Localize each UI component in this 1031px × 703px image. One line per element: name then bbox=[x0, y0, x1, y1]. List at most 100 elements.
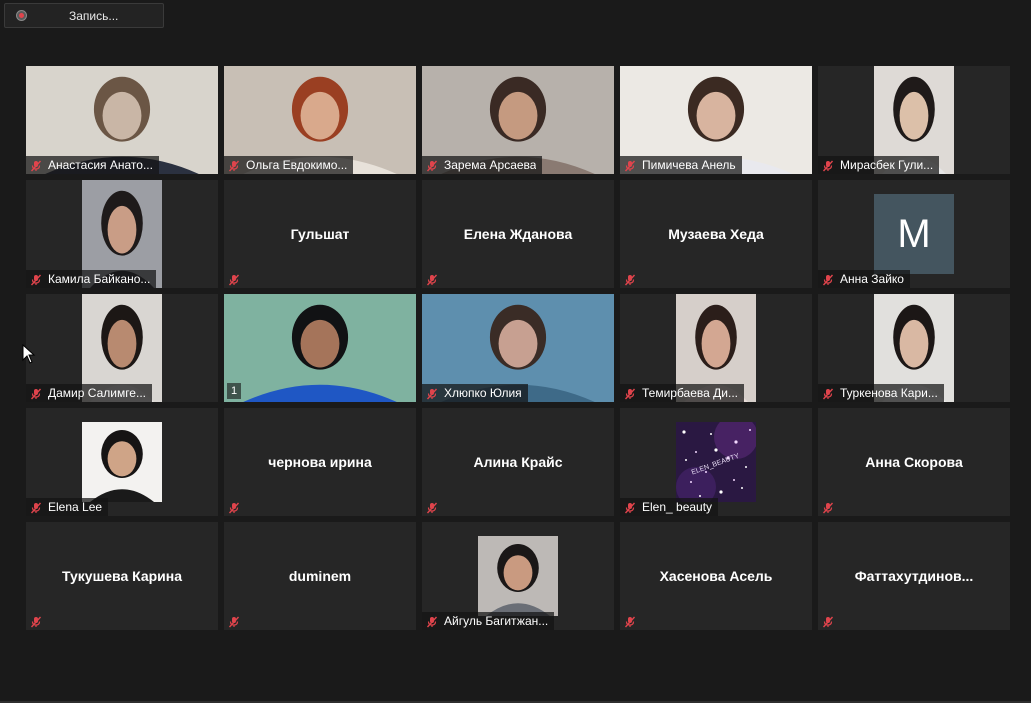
participant-name: Анастасия Анато... bbox=[48, 158, 153, 172]
participant-name: Туркенова Кари... bbox=[840, 386, 938, 400]
participant-display-name: Музаева Хеда bbox=[668, 226, 764, 242]
participant-nameplate bbox=[422, 498, 450, 516]
participant-tile[interactable]: Зарема Арсаева bbox=[422, 66, 614, 174]
mic-muted-icon bbox=[426, 273, 438, 286]
participant-nameplate: Elen_ beauty bbox=[620, 498, 719, 516]
participant-tile[interactable]: Анна Скорова bbox=[818, 408, 1010, 516]
participant-tile[interactable]: Хасенова Асель bbox=[620, 522, 812, 630]
participant-nameplate bbox=[224, 270, 252, 288]
participant-tile[interactable]: Elena Lee bbox=[26, 408, 218, 516]
participant-nameplate: Зарема Арсаева bbox=[422, 156, 543, 174]
participant-nameplate: Темирбаева Ди... bbox=[620, 384, 744, 402]
mic-muted-icon bbox=[30, 159, 42, 172]
participant-display-name: чернова ирина bbox=[268, 454, 372, 470]
record-icon bbox=[16, 10, 27, 21]
participant-nameplate: Ольга Евдокимо... bbox=[224, 156, 354, 174]
participant-tile[interactable]: Пимичева Анель bbox=[620, 66, 812, 174]
participant-nameplate bbox=[620, 612, 648, 630]
participant-tile[interactable]: Гульшат bbox=[224, 180, 416, 288]
mic-muted-icon bbox=[228, 273, 240, 286]
participant-tile[interactable]: Мирасбек Гули... bbox=[818, 66, 1010, 174]
participant-video bbox=[82, 422, 162, 502]
participant-tile[interactable]: Анастасия Анато... bbox=[26, 66, 218, 174]
participant-nameplate bbox=[422, 270, 450, 288]
participant-tile[interactable]: Дамир Салимге... bbox=[26, 294, 218, 402]
participant-nameplate bbox=[224, 498, 252, 516]
participant-display-name: Фаттахутдинов... bbox=[854, 568, 974, 584]
mic-muted-icon bbox=[228, 159, 240, 172]
mic-muted-icon bbox=[426, 159, 438, 172]
participant-tile[interactable]: Алина Крайс bbox=[422, 408, 614, 516]
recording-indicator[interactable]: Запись... bbox=[4, 3, 164, 28]
participant-nameplate bbox=[224, 612, 252, 630]
participant-tile[interactable]: Темирбаева Ди... bbox=[620, 294, 812, 402]
participant-nameplate bbox=[620, 270, 648, 288]
participant-display-name: Анна Скорова bbox=[865, 454, 963, 470]
participant-tile[interactable]: Фаттахутдинов... bbox=[818, 522, 1010, 630]
participant-nameplate: Туркенова Кари... bbox=[818, 384, 944, 402]
participant-nameplate: Айгуль Багитжан... bbox=[422, 612, 555, 630]
participant-nameplate bbox=[818, 612, 846, 630]
mic-muted-icon bbox=[624, 501, 636, 514]
participant-nameplate bbox=[26, 612, 54, 630]
participant-name: Зарема Арсаева bbox=[444, 158, 537, 172]
active-speaker-tile[interactable]: 1 bbox=[224, 294, 416, 402]
mic-muted-icon bbox=[228, 615, 240, 628]
mic-muted-icon bbox=[822, 501, 834, 514]
participant-video bbox=[478, 536, 558, 616]
participant-name: Айгуль Багитжан... bbox=[444, 614, 549, 628]
participant-display-name: Хасенова Асель bbox=[659, 568, 773, 584]
participant-nameplate: Анастасия Анато... bbox=[26, 156, 159, 174]
mic-muted-icon bbox=[822, 273, 834, 286]
participant-tile[interactable]: Ольга Евдокимо... bbox=[224, 66, 416, 174]
participant-name: Мирасбек Гули... bbox=[840, 158, 934, 172]
participant-nameplate: Анна Зайко bbox=[818, 270, 910, 288]
participant-video bbox=[224, 294, 416, 402]
participant-name: Темирбаева Ди... bbox=[642, 386, 738, 400]
participant-name: Пимичева Анель bbox=[642, 158, 736, 172]
participant-tile[interactable]: Хлюпко Юлия bbox=[422, 294, 614, 402]
participant-display-name: Гульшат bbox=[290, 226, 350, 242]
participant-nameplate: Дамир Салимге... bbox=[26, 384, 152, 402]
participant-tile[interactable]: Музаева Хеда bbox=[620, 180, 812, 288]
participant-tile[interactable]: чернова ирина bbox=[224, 408, 416, 516]
participant-nameplate: Мирасбек Гули... bbox=[818, 156, 940, 174]
participant-tile[interactable]: Камила Байкано... bbox=[26, 180, 218, 288]
mic-muted-icon bbox=[30, 615, 42, 628]
participant-name: Ольга Евдокимо... bbox=[246, 158, 348, 172]
mic-muted-icon bbox=[30, 273, 42, 286]
participant-name: Дамир Салимге... bbox=[48, 386, 146, 400]
participant-name: Камила Байкано... bbox=[48, 272, 151, 286]
mouse-cursor-icon bbox=[22, 344, 36, 364]
participant-tile[interactable]: Елена Жданова bbox=[422, 180, 614, 288]
participant-name: Анна Зайко bbox=[840, 272, 904, 286]
participant-tile[interactable]: M Анна Зайко bbox=[818, 180, 1010, 288]
participant-gallery: Анастасия Анато... Ольга Евдокимо... Зарем… bbox=[26, 66, 1010, 630]
participant-nameplate: Камила Байкано... bbox=[26, 270, 157, 288]
profile-picture: ELEN_BEAUTY bbox=[676, 415, 758, 507]
participant-tile[interactable]: Туркенова Кари... bbox=[818, 294, 1010, 402]
participant-tile[interactable]: duminem bbox=[224, 522, 416, 630]
participant-tile[interactable]: Тукушева Карина bbox=[26, 522, 218, 630]
participant-name: Elen_ beauty bbox=[642, 500, 713, 514]
participant-nameplate: Пимичева Анель bbox=[620, 156, 742, 174]
mic-muted-icon bbox=[624, 615, 636, 628]
mic-muted-icon bbox=[426, 501, 438, 514]
participant-tile[interactable]: Айгуль Багитжан... bbox=[422, 522, 614, 630]
mic-muted-icon bbox=[624, 273, 636, 286]
participant-display-name: Елена Жданова bbox=[463, 226, 573, 242]
mic-muted-icon bbox=[30, 387, 42, 400]
mic-muted-icon bbox=[624, 387, 636, 400]
mic-muted-icon bbox=[822, 159, 834, 172]
participant-nameplate: Elena Lee bbox=[26, 498, 109, 516]
participant-display-name: duminem bbox=[288, 568, 352, 584]
mic-muted-icon bbox=[426, 387, 438, 400]
participant-name: Elena Lee bbox=[48, 500, 103, 514]
participant-name: Хлюпко Юлия bbox=[444, 386, 522, 400]
avatar: M bbox=[874, 194, 954, 274]
participant-display-name: Алина Крайс bbox=[473, 454, 563, 470]
mic-muted-icon bbox=[228, 501, 240, 514]
participant-display-name: Тукушева Карина bbox=[61, 568, 183, 584]
mic-muted-icon bbox=[822, 387, 834, 400]
participant-tile[interactable]: ELEN_BEAUTY Elen_ beauty bbox=[620, 408, 812, 516]
